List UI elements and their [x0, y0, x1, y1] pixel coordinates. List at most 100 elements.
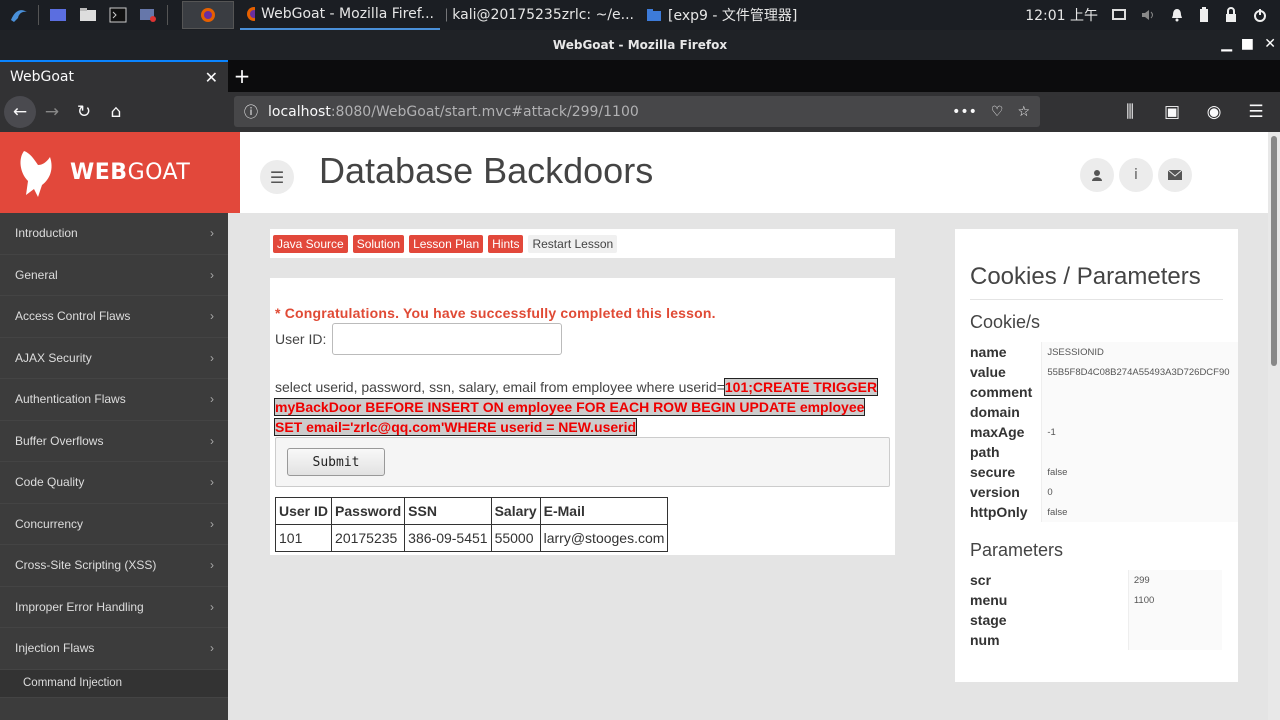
sidebar-item-buffer-overflows[interactable]: Buffer Overflows ›: [0, 421, 228, 462]
volume-icon[interactable]: [1140, 8, 1156, 22]
userid-input[interactable]: [332, 323, 562, 355]
taskbar-firefox-icon[interactable]: [182, 1, 234, 29]
sidebar-item-introduction[interactable]: Introduction ›: [0, 213, 228, 255]
taskbar-task-file-manager[interactable]: [exp9 - 文件管理器]: [640, 0, 820, 30]
back-arrow-icon[interactable]: ←: [4, 96, 36, 128]
taskbar-task-terminal[interactable]: kali@20175235zrlc: ~/e...: [440, 0, 640, 30]
bookmark-star-icon[interactable]: ☆: [1017, 104, 1030, 120]
forward-arrow-icon[interactable]: →: [36, 96, 68, 128]
pocket-icon[interactable]: ♡: [991, 104, 1004, 120]
new-tab-icon[interactable]: +: [230, 60, 254, 92]
sidebar-item-label: Code Quality: [15, 475, 85, 490]
library-icon[interactable]: ⫼: [1114, 96, 1146, 128]
lesson-plan-button[interactable]: Lesson Plan: [409, 234, 484, 253]
sidebar-item-authentication-flaws[interactable]: Authentication Flaws ›: [0, 379, 228, 421]
sidebar-item-xss[interactable]: Cross-Site Scripting (XSS) ›: [0, 545, 228, 587]
cookies-heading: Cookie/s: [970, 312, 1041, 332]
chevron-right-icon: ›: [210, 392, 214, 407]
chevron-right-icon: ›: [210, 309, 214, 324]
sidebar-item-code-quality[interactable]: Code Quality ›: [0, 462, 228, 504]
close-window-icon[interactable]: ✕: [1264, 36, 1276, 52]
cookie-key: value: [970, 362, 1043, 382]
cookie-key: maxAge: [970, 422, 1043, 442]
cookie-value: [1041, 382, 1238, 402]
cookie-value: [1041, 402, 1238, 422]
sidebar-item-label: Introduction: [15, 226, 78, 241]
submit-button[interactable]: Submit: [287, 448, 385, 476]
chevron-right-icon: ›: [210, 475, 214, 490]
file-manager-launcher-icon[interactable]: [77, 5, 99, 25]
param-key: scr: [970, 570, 1129, 590]
param-value: [1128, 610, 1222, 630]
table-row: httpOnly false: [970, 502, 1238, 522]
account-icon[interactable]: ◉: [1198, 96, 1230, 128]
user-icon[interactable]: [1080, 158, 1114, 192]
menu-toggle-icon[interactable]: ☰: [260, 160, 294, 194]
close-tab-icon[interactable]: ✕: [205, 68, 218, 87]
hints-button[interactable]: Hints: [488, 234, 524, 253]
taskbar-separator: [38, 5, 39, 25]
main-content: Java Source Solution Lesson Plan Hints R…: [240, 213, 1268, 720]
reload-icon[interactable]: ↻: [68, 96, 100, 128]
battery-icon[interactable]: [1198, 7, 1210, 23]
display-icon[interactable]: [1112, 9, 1126, 21]
table-row: stage: [970, 610, 1222, 630]
sidebar-item-improper-error-handling[interactable]: Improper Error Handling ›: [0, 587, 228, 628]
webpage: WEBGOAT ☰ Database Backdoors i Introduct…: [0, 132, 1268, 720]
page-scrollbar[interactable]: [1268, 132, 1280, 720]
table-row: secure false: [970, 462, 1238, 482]
terminal-launcher-icon[interactable]: [107, 5, 129, 25]
home-icon[interactable]: ⌂: [100, 96, 132, 128]
taskbar-task-label: WebGoat - Mozilla Firef...: [261, 6, 434, 22]
chevron-right-icon: ›: [210, 433, 214, 448]
sidebar-item-injection-flaws[interactable]: Injection Flaws ›: [0, 628, 228, 670]
page-title: Database Backdoors: [319, 150, 654, 191]
param-value: [1128, 630, 1222, 650]
chevron-right-icon: ›: [210, 641, 214, 656]
url-bar[interactable]: ⓘ localhost:8080/WebGoat/start.mvc#attac…: [234, 96, 1040, 127]
sidebar-subitem-command-injection[interactable]: Command Injection: [0, 669, 228, 698]
sidebar-item-label: General: [15, 267, 58, 282]
screen-recorder-icon[interactable]: [137, 5, 159, 25]
sidebar-item-label: Injection Flaws: [15, 641, 95, 656]
solution-button[interactable]: Solution: [352, 234, 405, 253]
envelope-icon[interactable]: [1158, 158, 1192, 192]
table-row: 101 20175235 386-09-5451 55000 larry@sto…: [274, 524, 669, 552]
info-icon[interactable]: ⓘ: [244, 102, 258, 122]
clock[interactable]: 12:01 上午: [1025, 5, 1098, 25]
cookie-value: -1: [1041, 422, 1238, 442]
notification-bell-icon[interactable]: [1170, 8, 1184, 22]
cookies-parameters-panel: Cookies / Parameters Cookie/s name JSESSI…: [955, 229, 1238, 682]
sidebar-item-label: Authentication Flaws: [15, 392, 126, 407]
sidebar-item-concurrency[interactable]: Concurrency ›: [0, 504, 228, 545]
cookie-value: 0: [1041, 482, 1238, 502]
minimize-icon[interactable]: ▁: [1221, 36, 1232, 52]
info-icon[interactable]: i: [1119, 158, 1153, 192]
tab-label: WebGoat: [10, 69, 75, 85]
webgoat-logo[interactable]: WEBGOAT: [0, 132, 240, 213]
page-actions-icon[interactable]: •••: [952, 104, 977, 120]
tab-webgoat[interactable]: WebGoat ✕: [0, 60, 228, 92]
table-cell: 20175235: [331, 524, 406, 552]
power-icon[interactable]: [1252, 7, 1268, 23]
sidebar-item-access-control-flaws[interactable]: Access Control Flaws ›: [0, 296, 228, 338]
desktop-icon[interactable]: [47, 5, 69, 25]
table-row: domain: [970, 402, 1238, 422]
table-row: value 55B5F8D4C08B274A55493A3D726DCF90: [970, 362, 1238, 382]
taskbar-task-firefox[interactable]: WebGoat - Mozilla Firef...: [240, 0, 440, 30]
goat-logo-icon: [20, 150, 52, 197]
cookie-key: secure: [970, 462, 1043, 482]
lock-icon[interactable]: [1224, 7, 1238, 23]
sidebar-item-label: Access Control Flaws: [15, 309, 131, 324]
maximize-icon[interactable]: ■: [1241, 36, 1254, 52]
sidebar-item-general[interactable]: General ›: [0, 255, 228, 296]
sidebar-toggle-icon[interactable]: ▣: [1156, 96, 1188, 128]
taskbar-separator: [167, 5, 168, 25]
hamburger-menu-icon[interactable]: ☰: [1240, 96, 1272, 128]
page-header: ☰ Database Backdoors i: [240, 132, 1268, 213]
kali-menu-icon[interactable]: [8, 5, 30, 25]
sidebar-item-ajax-security[interactable]: AJAX Security ›: [0, 338, 228, 379]
scrollbar-thumb[interactable]: [1271, 136, 1277, 366]
restart-lesson-button[interactable]: Restart Lesson: [528, 234, 618, 253]
java-source-button[interactable]: Java Source: [273, 234, 348, 253]
